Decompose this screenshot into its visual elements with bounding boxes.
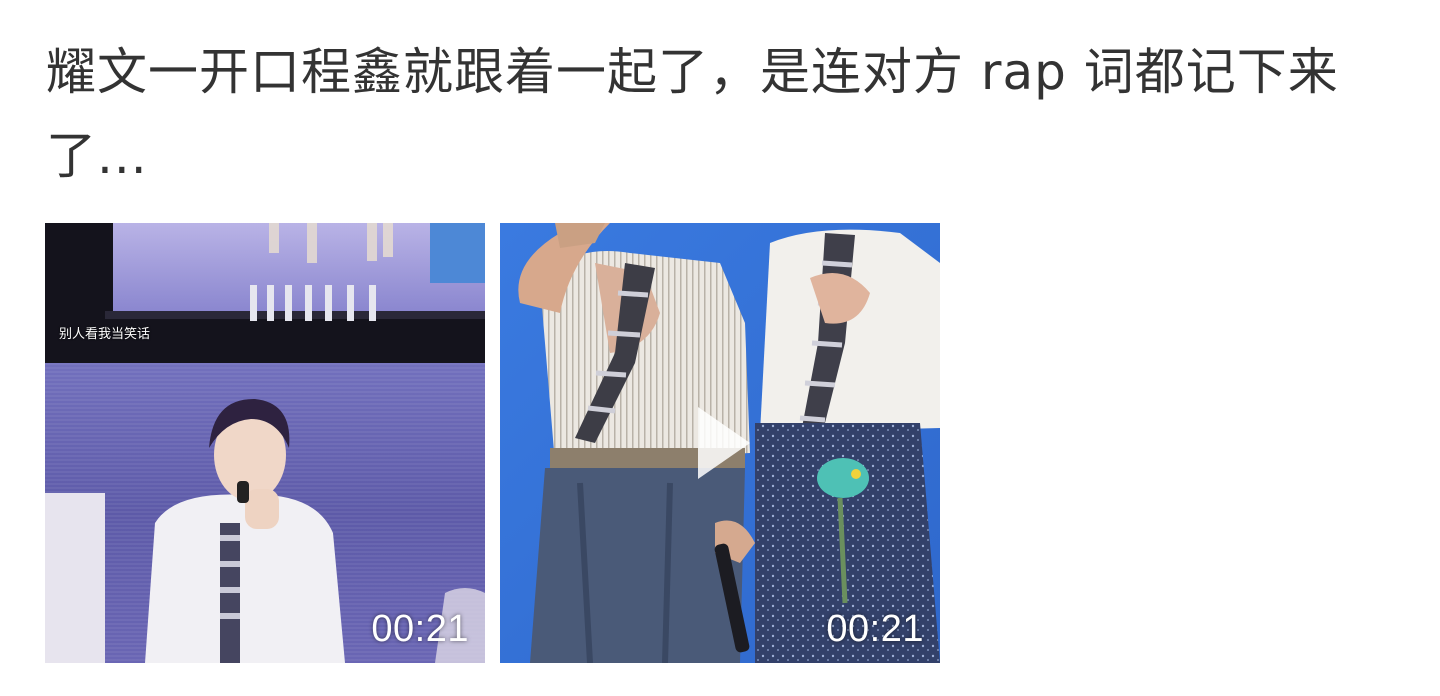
video-thumbnail-1[interactable]: 别人看我当笑话 00:21: [45, 223, 485, 663]
video-1-duration: 00:21: [371, 608, 469, 650]
video-1-frame: [45, 223, 485, 663]
media-grid: 别人看我当笑话 00:21 00:21: [45, 223, 940, 663]
video-1-overlay-caption: 别人看我当笑话: [59, 327, 151, 342]
video-2-duration: 00:21: [826, 608, 924, 650]
video-thumbnail-2[interactable]: 00:21: [500, 223, 940, 663]
post-text: 耀文一开口程鑫就跟着一起了，是连对方 rap 词都记下来了...: [46, 43, 1339, 185]
play-icon[interactable]: [694, 403, 754, 483]
